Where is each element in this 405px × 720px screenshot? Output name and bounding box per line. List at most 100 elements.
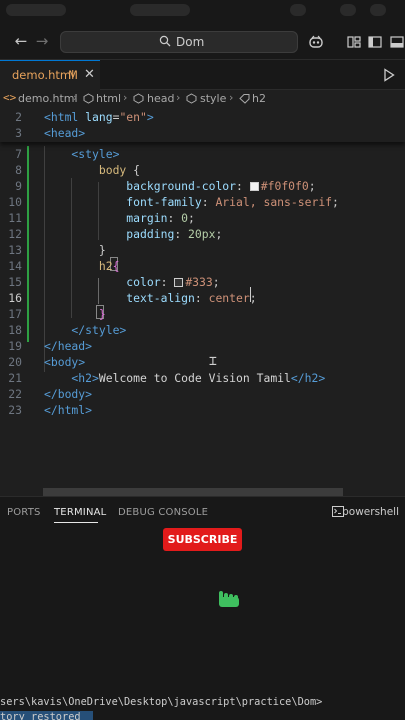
- forward-arrow-icon[interactable]: →: [33, 32, 51, 50]
- sticky-scroll-header: 2 <html lang="en"> 3 <head>: [0, 108, 405, 142]
- line-number: 17: [8, 307, 22, 321]
- line-number: 7: [15, 147, 22, 161]
- line-number: 20: [8, 355, 22, 369]
- line-number: 10: [8, 195, 22, 209]
- code-line[interactable]: 12 padding: 20px;: [0, 226, 405, 242]
- element-icon: [83, 93, 94, 104]
- tab-debug-console[interactable]: DEBUG CONSOLE: [118, 507, 208, 518]
- line-number: 18: [8, 323, 22, 337]
- code-line[interactable]: 3 <head>: [0, 125, 405, 141]
- horizontal-scrollbar[interactable]: [43, 488, 343, 496]
- code-line[interactable]: 21 <h2>Welcome to Code Vision Tamil</h2>: [0, 370, 405, 386]
- code-text: <head>: [44, 126, 86, 140]
- line-number: 9: [15, 179, 22, 193]
- breadcrumb-item-file[interactable]: demo.html: [18, 92, 78, 105]
- code-line[interactable]: 20 <body>: [0, 354, 405, 370]
- code-text: <style>: [44, 147, 120, 161]
- os-top-strip: [0, 0, 405, 22]
- code-line[interactable]: 11 margin: 0;: [0, 210, 405, 226]
- code-text: <html lang="en">: [44, 110, 154, 124]
- code-text: </head>: [44, 339, 93, 353]
- code-text: background-color: #f0f0f0;: [44, 179, 316, 193]
- breadcrumb: <> demo.html › html › head › style › h2: [0, 90, 405, 108]
- code-line[interactable]: 22 </body>: [0, 386, 405, 402]
- code-text: </body>: [44, 387, 93, 401]
- code-text: <h2>Welcome to Code Vision Tamil</h2>: [44, 371, 326, 385]
- code-line[interactable]: 2 <html lang="en">: [0, 109, 405, 125]
- code-line[interactable]: 17 }: [0, 306, 405, 322]
- line-number: 19: [8, 339, 22, 353]
- line-number: 8: [15, 163, 22, 177]
- line-number: 16: [8, 291, 22, 305]
- copilot-icon[interactable]: [308, 34, 324, 50]
- code-text: h2{: [44, 259, 120, 273]
- code-text: <body>: [44, 355, 86, 369]
- shell-name[interactable]: powershell: [342, 506, 399, 518]
- code-text: margin: 0;: [44, 211, 195, 225]
- chevron-right-icon: ›: [73, 91, 78, 104]
- blurred-window-item: [6, 4, 66, 16]
- line-number: 22: [8, 387, 22, 401]
- blurred-window-item: [340, 4, 356, 16]
- code-line[interactable]: 13 }: [0, 242, 405, 258]
- code-line[interactable]: 19 </head>: [0, 338, 405, 354]
- breadcrumb-item-head[interactable]: head: [147, 92, 174, 105]
- toggle-panel-icon[interactable]: [389, 34, 405, 50]
- chevron-right-icon: ›: [123, 91, 128, 104]
- code-line[interactable]: 18 </style>: [0, 322, 405, 338]
- editor-tab-bar: demo.html M ✕: [0, 60, 405, 90]
- selector-icon: [239, 94, 250, 104]
- breadcrumb-item-style[interactable]: style: [200, 92, 226, 105]
- line-number: 11: [8, 211, 22, 225]
- toggle-sidebar-icon[interactable]: [367, 34, 383, 50]
- code-text: color: #333;: [44, 275, 220, 289]
- code-text: font-family: Arial, sans-serif;: [44, 195, 339, 209]
- code-text: }: [44, 307, 106, 321]
- tab-ports[interactable]: PORTS: [7, 507, 41, 518]
- breadcrumb-item-html[interactable]: html: [96, 92, 121, 105]
- element-icon: [186, 93, 197, 104]
- tab-label: demo.html: [12, 68, 75, 82]
- active-tab-underline: [54, 522, 98, 523]
- line-number: 21: [8, 371, 22, 385]
- code-text: </style>: [44, 323, 127, 337]
- terminal-prompt: sers\kavis\OneDrive\Desktop\javascript\p…: [0, 696, 323, 708]
- line-number: 15: [8, 275, 22, 289]
- hand-pointer-icon: [219, 591, 239, 607]
- code-text: padding: 20px;: [44, 227, 223, 241]
- breadcrumb-item-h2[interactable]: h2: [252, 92, 266, 105]
- code-text: body {: [44, 163, 141, 177]
- blurred-window-item: [130, 4, 190, 16]
- code-line[interactable]: 15 color: #333;: [0, 274, 405, 290]
- line-number: 12: [8, 227, 22, 241]
- code-line[interactable]: 16 text-align: center;: [0, 290, 405, 306]
- color-swatch[interactable]: [174, 278, 184, 287]
- element-icon: [133, 93, 144, 104]
- code-line[interactable]: 7 <style>: [0, 146, 405, 162]
- code-line[interactable]: 10 font-family: Arial, sans-serif;: [0, 194, 405, 210]
- code-text: </html>: [44, 403, 93, 417]
- color-swatch[interactable]: [249, 182, 259, 191]
- bottom-panel: PORTS TERMINAL DEBUG CONSOLE powershell …: [0, 496, 405, 720]
- code-editor[interactable]: 2 <html lang="en"> 3 <head> ⌶ 7 <style> 8 bo…: [0, 108, 405, 496]
- run-icon[interactable]: [383, 68, 395, 82]
- line-number: 14: [8, 259, 22, 273]
- layout-icon[interactable]: [346, 34, 362, 50]
- code-text: }: [44, 243, 106, 257]
- code-line[interactable]: 8 body {: [0, 162, 405, 178]
- tab-terminal[interactable]: TERMINAL: [54, 507, 106, 518]
- html-file-icon: <>: [3, 91, 17, 104]
- chevron-right-icon: ›: [176, 91, 181, 104]
- line-number: 2: [15, 110, 22, 124]
- code-line[interactable]: 23 </html>: [0, 402, 405, 418]
- subscribe-button[interactable]: SUBSCRIBE: [163, 528, 242, 551]
- back-arrow-icon[interactable]: ←: [12, 32, 30, 50]
- close-icon[interactable]: ✕: [84, 67, 95, 82]
- search-icon: [159, 35, 171, 47]
- command-center-search[interactable]: Dom: [60, 31, 298, 53]
- line-number: 3: [15, 126, 22, 140]
- blurred-window-item: [370, 4, 386, 16]
- code-line[interactable]: 9 background-color: #f0f0f0;: [0, 178, 405, 194]
- code-line[interactable]: 14 h2{: [0, 258, 405, 274]
- tab-demo-html[interactable]: demo.html M ✕: [0, 60, 100, 90]
